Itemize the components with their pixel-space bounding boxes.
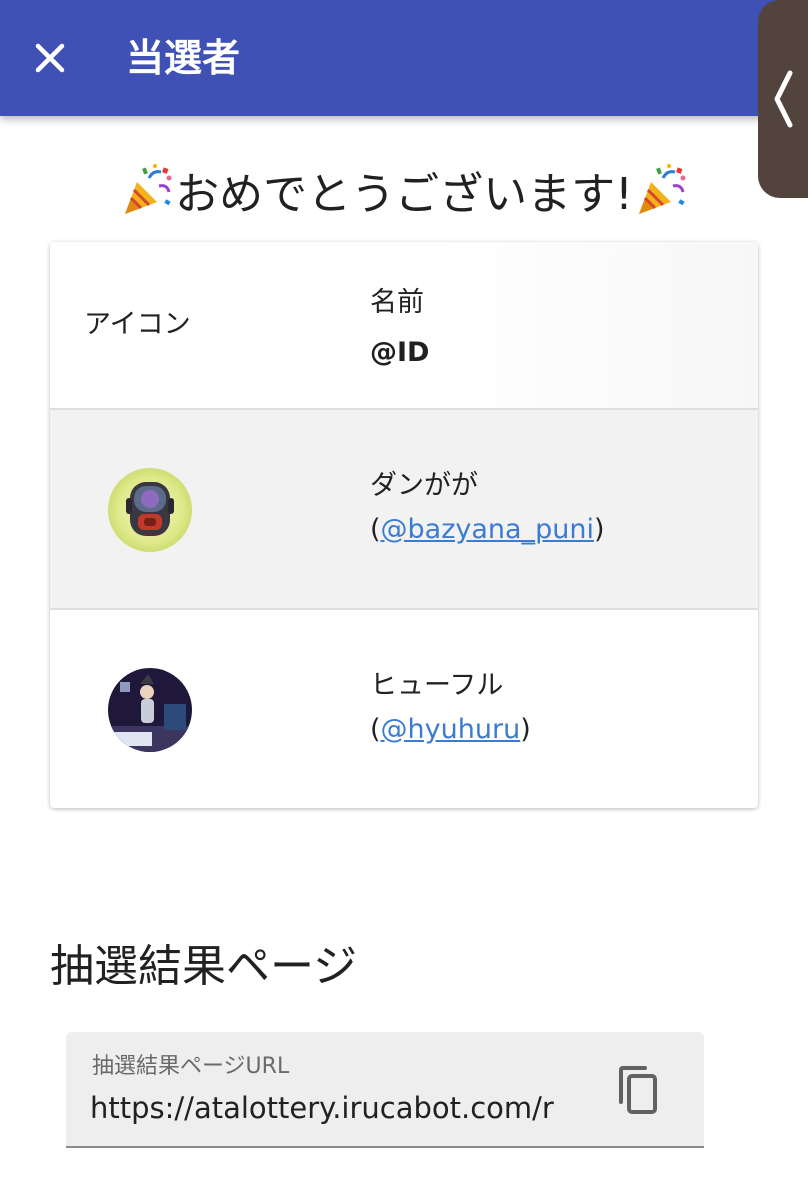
copy-icon (619, 1066, 657, 1114)
winner-handle-link[interactable]: @bazyana_puni (381, 514, 594, 545)
copy-button[interactable] (612, 1060, 662, 1120)
winner-name-cell: ダンがが (@bazyana_puni) (370, 464, 605, 552)
table-header-row: アイコン 名前 @ID (50, 242, 758, 408)
table-row: ヒューフル (@hyuhuru) (50, 608, 758, 808)
winner-name-cell: ヒューフル (@hyuhuru) (370, 664, 531, 752)
app-bar: 当選者 (0, 0, 808, 116)
avatar (108, 468, 192, 552)
page-title: 当選者 (126, 36, 241, 80)
winners-table: アイコン 名前 @ID ダンがが (@bazyana_puni) ヒューフル (… (50, 242, 758, 808)
winner-handle-line: (@hyuhuru) (370, 708, 531, 752)
close-button[interactable] (22, 30, 78, 86)
result-url-label: 抽選結果ページURL (92, 1054, 290, 1079)
table-row: ダンがが (@bazyana_puni) (50, 408, 758, 608)
result-url-field: 抽選結果ページURL (66, 1032, 704, 1148)
party-popper-icon (638, 164, 686, 214)
congratulations-heading: おめでとうございます! (0, 150, 808, 230)
paren-open: ( (370, 514, 381, 545)
paren-open: ( (370, 714, 381, 745)
avatar (108, 668, 192, 752)
party-popper-icon (125, 164, 172, 214)
column-header-name: 名前 @ID (370, 278, 429, 378)
winner-name: ヒューフル (370, 670, 504, 701)
paren-close: ) (520, 714, 531, 745)
winner-handle-line: (@bazyana_puni) (370, 508, 605, 552)
section-title: 抽選結果ページ (50, 941, 358, 992)
congratulations-text: おめでとうございます! (175, 169, 633, 220)
paren-close: ) (593, 514, 605, 545)
edge-panel-handle[interactable] (758, 0, 808, 198)
column-header-id-label: @ID (370, 337, 430, 368)
winner-name: ダンがが (370, 470, 478, 501)
winner-handle-link[interactable]: @hyuhuru (381, 714, 521, 745)
column-header-icon: アイコン (84, 309, 191, 340)
column-header-name-label: 名前 (370, 287, 424, 318)
chevron-left-icon (774, 70, 793, 128)
result-url-input[interactable] (90, 1086, 580, 1130)
close-icon (35, 43, 65, 73)
